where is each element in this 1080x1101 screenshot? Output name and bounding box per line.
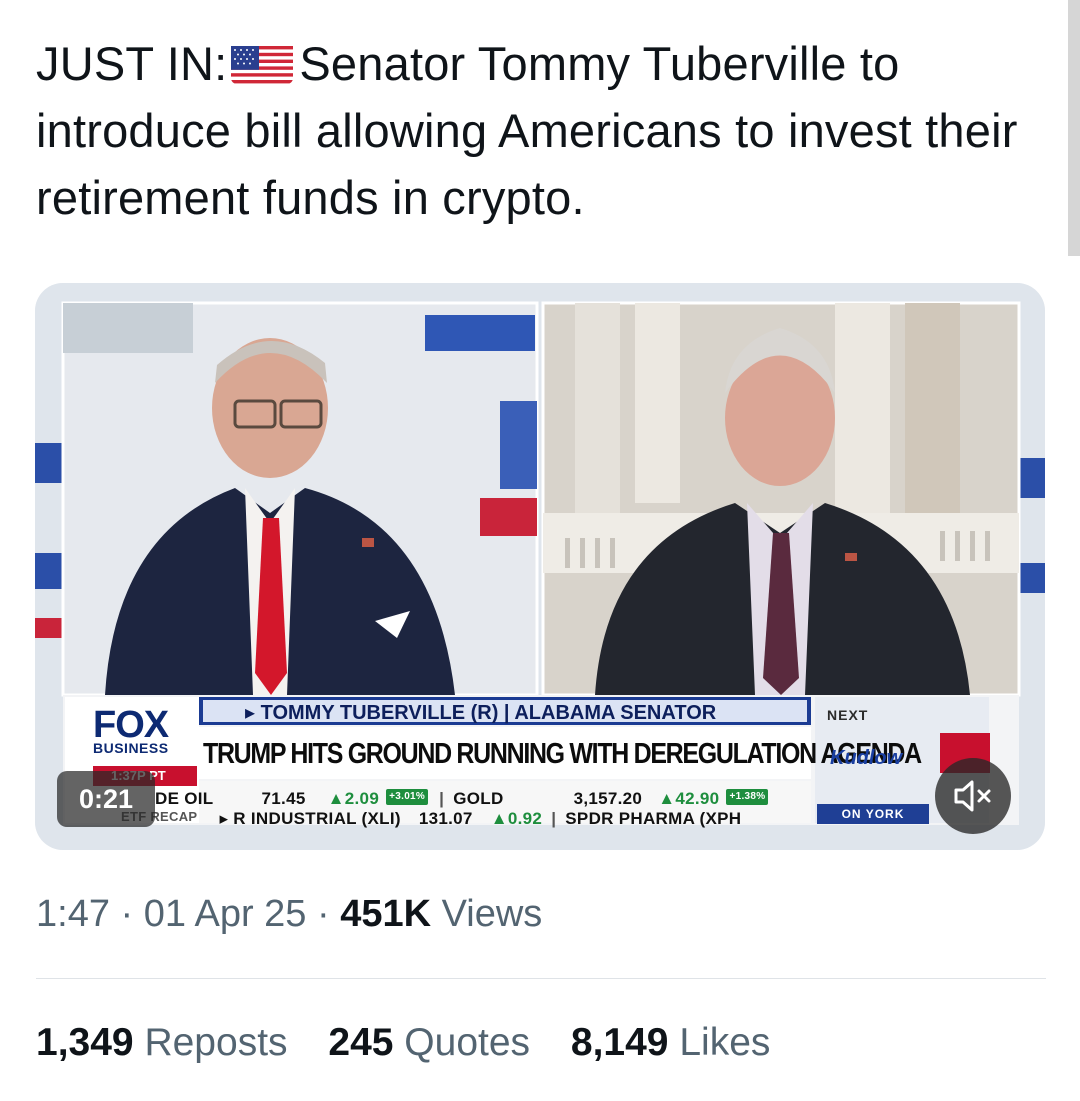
ticker-bottom-price1: 131.07 xyxy=(418,809,473,828)
ticker-top-change2: ▲42.90 xyxy=(658,789,720,808)
quotes-stat[interactable]: 245 Quotes xyxy=(328,1021,530,1065)
ticker-top-pct1: +3.01% xyxy=(386,789,429,805)
ticker-top: DE OIL 71.45 ▲2.09 +3.01% | GOLD 3,157.2… xyxy=(155,789,935,811)
ticker-bottom: ETF RECAP ▸ R INDUSTRIAL (XLI) 131.07 ▲0… xyxy=(121,809,742,828)
views-label: Views xyxy=(441,893,543,935)
tweet-date[interactable]: 01 Apr 25 xyxy=(144,893,307,935)
next-label: NEXT xyxy=(827,707,869,723)
tweet-prefix: JUST IN: xyxy=(36,37,228,90)
ticker-top-price1: 71.45 xyxy=(261,789,306,808)
ticker-bottom-name1: ▸ R INDUSTRIAL (XLI) xyxy=(219,809,401,828)
scrollbar[interactable] xyxy=(1068,0,1080,256)
divider xyxy=(36,978,1046,979)
fox-business-label: BUSINESS xyxy=(93,740,169,756)
views-count: 451K xyxy=(340,893,432,935)
ticker-top-price2: 3,157.20 xyxy=(573,789,643,808)
video-timer: 0:21 xyxy=(57,771,155,827)
ticker-bottom-name2: SPDR PHARMA (XPH xyxy=(565,809,742,828)
us-flag-emoji-icon xyxy=(231,40,294,84)
engagement-stats: 1,349 Reposts 245 Quotes 8,149 Likes xyxy=(36,1021,800,1065)
ticker-top-lead: DE OIL xyxy=(155,789,214,808)
ticker-top-change1: ▲2.09 xyxy=(327,789,380,808)
fox-logo: FOX xyxy=(93,704,169,746)
chyron-headline: TRUMP HITS GROUND RUNNING WITH DEREGULAT… xyxy=(203,738,922,770)
next-show: Kudlow xyxy=(830,747,903,769)
video-player[interactable]: ▸ TOMMY TUBERVILLE (R) | ALABAMA SENATOR… xyxy=(35,283,1045,850)
tweet-text: JUST IN: Senator Tommy Tuberville to intr… xyxy=(36,30,1046,231)
ticker-top-name2: GOLD xyxy=(453,789,504,808)
speaker-muted-icon xyxy=(954,780,991,812)
chyron-name-line: ▸ TOMMY TUBERVILLE (R) | ALABAMA SENATOR xyxy=(245,702,717,724)
ticker-top-pct2: +1.38% xyxy=(726,789,769,805)
mute-button[interactable] xyxy=(935,758,1011,834)
ticker-bottom-change1: ▲0.92 xyxy=(490,809,543,828)
likes-stat[interactable]: 8,149 Likes xyxy=(571,1021,771,1065)
tweet-time[interactable]: 1:47 xyxy=(36,893,110,935)
reposts-stat[interactable]: 1,349 Reposts xyxy=(36,1021,288,1065)
tweet-meta: 1:47 · 01 Apr 25 · 451K Views xyxy=(36,893,543,935)
